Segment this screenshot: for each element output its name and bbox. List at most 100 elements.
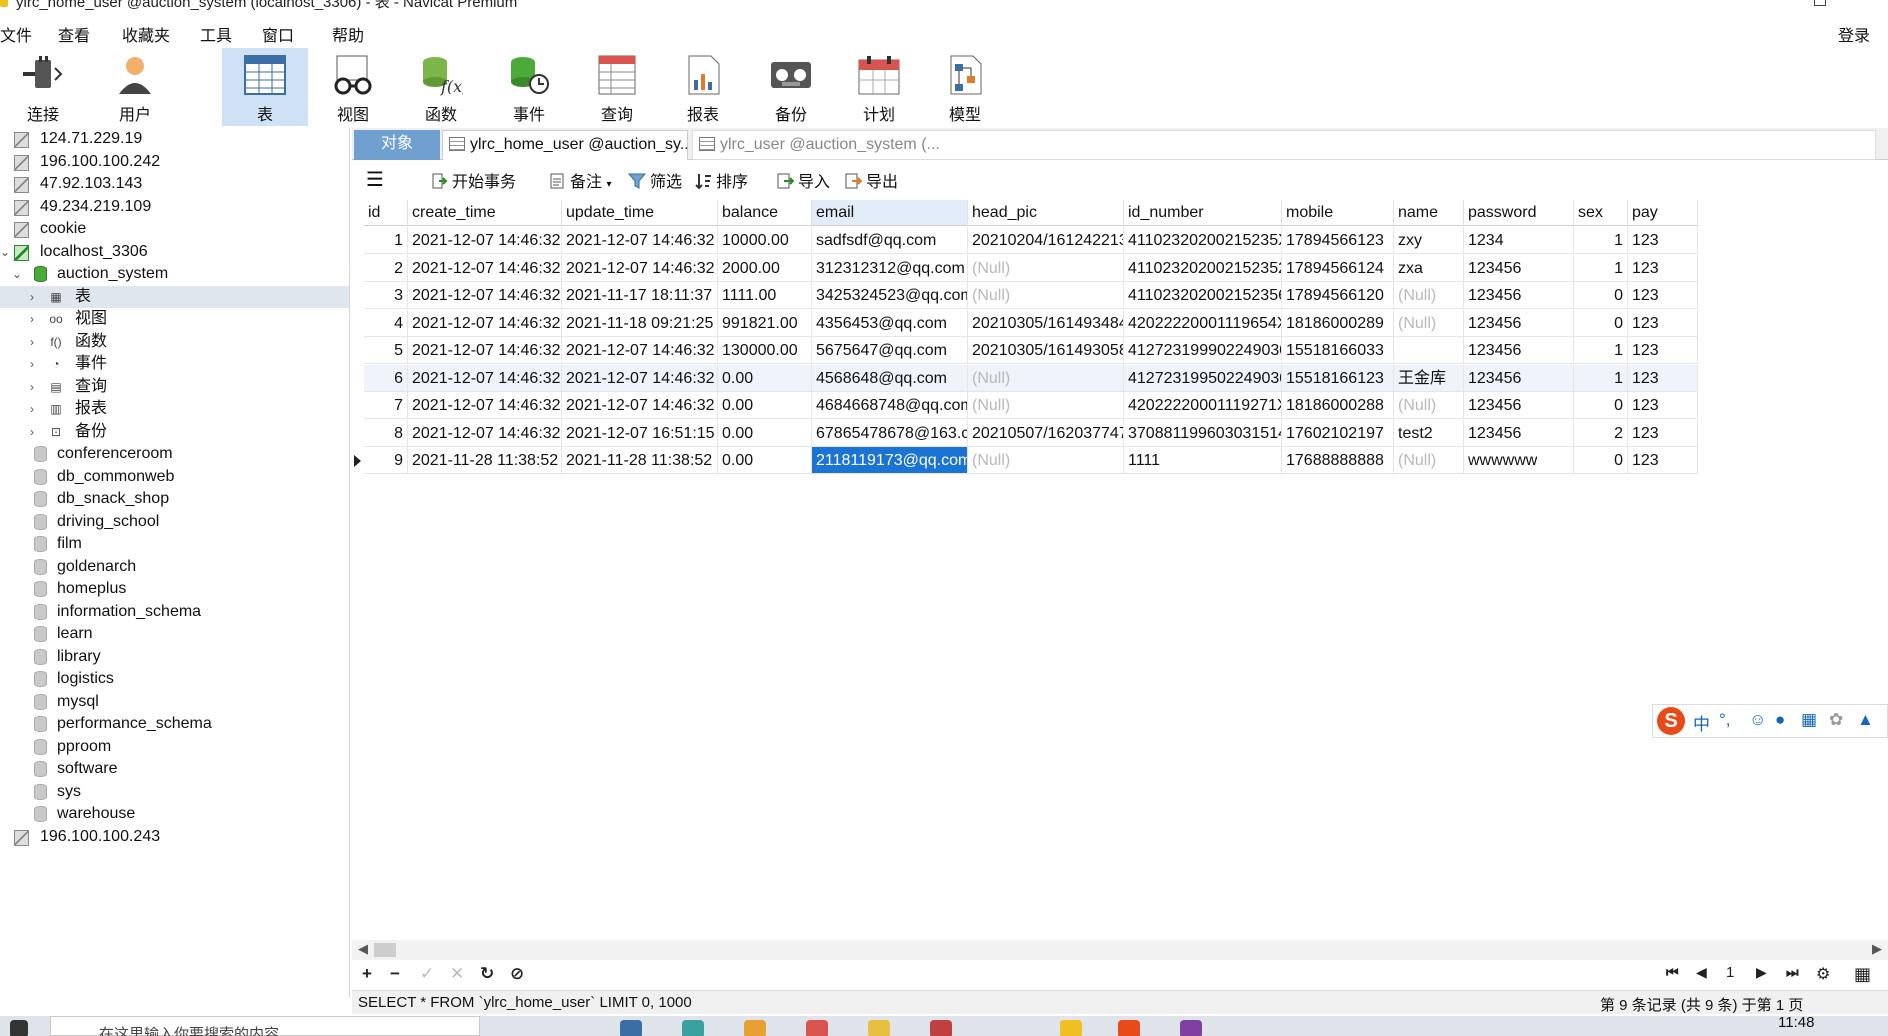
discard-changes-icon[interactable]: ✕ <box>450 964 464 984</box>
chevron-down-icon[interactable]: ⌄ <box>12 263 22 285</box>
cell-email[interactable]: 4356453@qq.com <box>812 309 968 337</box>
query-button[interactable]: 查询 <box>574 48 660 126</box>
cell-update-time[interactable]: 2021-12-07 14:46:32 <box>562 227 718 254</box>
table-row[interactable]: 6 2021-12-07 14:46:32 2021-12-07 14:46:32 0… <box>352 364 1888 392</box>
ime-toolbar[interactable]: S 中 °, ☺ ● ▦ ✿ ▲ <box>1652 704 1888 738</box>
cell-password[interactable]: wwwwww <box>1464 447 1574 474</box>
cell-head-pic[interactable]: 20210507/16203774748 <box>968 419 1124 447</box>
column-header-id-number[interactable]: id_number <box>1124 200 1282 226</box>
column-header-update-time[interactable]: update_time <box>562 200 718 226</box>
cell-id[interactable]: 4 <box>364 309 408 337</box>
table-row[interactable]: 5 2021-12-07 14:46:32 2021-12-07 14:46:32 1… <box>352 337 1888 364</box>
cell-email[interactable]: 4684668748@qq.com <box>812 392 968 419</box>
gear-icon[interactable]: ⚙ <box>1816 964 1830 984</box>
cell-mobile[interactable]: 17602102197 <box>1282 419 1394 447</box>
database-item[interactable]: film <box>0 533 349 555</box>
cell-head-pic[interactable]: (Null) <box>968 282 1124 309</box>
cell-id[interactable]: 7 <box>364 392 408 419</box>
cell-name[interactable]: zxy <box>1394 227 1464 254</box>
cell-balance[interactable]: 2000.00 <box>718 254 812 282</box>
database-item[interactable]: sys <box>0 781 349 803</box>
cell-update-time[interactable]: 2021-11-17 18:11:37 <box>562 282 718 309</box>
cell-head-pic[interactable]: (Null) <box>968 254 1124 282</box>
cell-id-number[interactable]: 412723199902249030 <box>1124 337 1282 364</box>
table-row[interactable]: 2 2021-12-07 14:46:32 2021-12-07 14:46:32 2… <box>352 254 1888 282</box>
chevron-right-icon[interactable]: › <box>30 421 34 443</box>
cell-head-pic[interactable]: (Null) <box>968 364 1124 392</box>
database-item[interactable]: warehouse <box>0 803 349 825</box>
cell-sex[interactable]: 0 <box>1574 309 1628 337</box>
begin-transaction-button[interactable]: 开始事务 <box>430 171 516 195</box>
cell-id[interactable]: 2 <box>364 254 408 282</box>
cell-name[interactable]: 王金库 <box>1394 364 1464 392</box>
cell-create-time[interactable]: 2021-12-07 14:46:32 <box>408 337 562 364</box>
cell-password[interactable]: 1234 <box>1464 227 1574 254</box>
connection-item[interactable]: 196.100.100.242 <box>0 151 349 173</box>
cell-id[interactable]: 9 <box>364 447 408 474</box>
menu-tools[interactable]: 工具 <box>200 22 232 46</box>
connection-item[interactable]: 47.92.103.143 <box>0 173 349 195</box>
chevron-right-icon[interactable]: › <box>30 308 34 330</box>
cell-name[interactable]: (Null) <box>1394 309 1464 337</box>
previous-page-icon[interactable]: ◀ <box>1696 964 1707 981</box>
cell-name[interactable]: (Null) <box>1394 282 1464 309</box>
table-row[interactable]: 4 2021-12-07 14:46:32 2021-11-18 09:21:25 9… <box>352 309 1888 337</box>
chevron-down-icon[interactable]: ⌄ <box>0 241 10 263</box>
db-object-function[interactable]: › f() 函数 <box>0 331 349 353</box>
connect-button[interactable]: 连接 <box>0 48 86 126</box>
cell-password[interactable]: 123456 <box>1464 282 1574 309</box>
db-object-report[interactable]: › ▥ 报表 <box>0 398 349 420</box>
scroll-thumb[interactable] <box>374 943 396 957</box>
cell-mobile[interactable]: 17688888888 <box>1282 447 1394 474</box>
column-header-email[interactable]: email <box>812 200 968 226</box>
database-item[interactable]: software <box>0 758 349 780</box>
database-item[interactable]: pproom <box>0 736 349 758</box>
connection-item[interactable]: 196.100.100.243 <box>0 826 349 848</box>
cell-id-number[interactable]: 370881199603031514 <box>1124 419 1282 447</box>
cell-create-time[interactable]: 2021-12-07 14:46:32 <box>408 419 562 447</box>
connection-item[interactable]: 49.234.219.109 <box>0 196 349 218</box>
settings-icon[interactable]: ✿ <box>1829 710 1843 730</box>
cell-mobile[interactable]: 15518166033 <box>1282 337 1394 364</box>
cell-id[interactable]: 3 <box>364 282 408 309</box>
column-header-sex[interactable]: sex <box>1574 200 1628 226</box>
database-item[interactable]: mysql <box>0 691 349 713</box>
column-header-create-time[interactable]: create_time <box>408 200 562 226</box>
navicat-taskbar-icon[interactable] <box>1060 1020 1082 1036</box>
database-item[interactable]: conferenceroom <box>0 443 349 465</box>
delete-record-icon[interactable]: − <box>390 964 400 984</box>
app-icon[interactable] <box>806 1020 828 1036</box>
cell-password[interactable]: 123456 <box>1464 392 1574 419</box>
cell-pay[interactable]: 123 <box>1628 254 1698 282</box>
column-header-head-pic[interactable]: head_pic <box>968 200 1124 226</box>
cell-balance[interactable]: 0.00 <box>718 419 812 447</box>
cell-name[interactable]: test2 <box>1394 419 1464 447</box>
export-button[interactable]: 导出 <box>844 171 898 195</box>
apply-changes-icon[interactable]: ✓ <box>420 964 434 984</box>
menu-file[interactable]: 文件 <box>0 22 32 46</box>
cell-sex[interactable]: 0 <box>1574 392 1628 419</box>
cell-password[interactable]: 123456 <box>1464 254 1574 282</box>
cell-head-pic[interactable]: 20210204/16124221371 <box>968 227 1124 254</box>
scroll-left-icon[interactable]: ◀ <box>358 941 368 957</box>
tab-ylrc-home-user[interactable]: ylrc_home_user @auction_sy... <box>442 130 688 160</box>
cell-id-number[interactable]: 412723199502249030 <box>1124 364 1282 392</box>
cell-create-time[interactable]: 2021-12-07 14:46:32 <box>408 254 562 282</box>
menu-favorites[interactable]: 收藏夹 <box>122 22 170 46</box>
cell-balance[interactable]: 1111.00 <box>718 282 812 309</box>
microphone-icon[interactable]: ● <box>1775 710 1785 730</box>
cell-password[interactable]: 123456 <box>1464 337 1574 364</box>
cell-id-number[interactable]: 1111 <box>1124 447 1282 474</box>
import-button[interactable]: 导入 <box>776 171 830 195</box>
database-item[interactable]: logistics <box>0 668 349 690</box>
tab-ylrc-user[interactable]: ylrc_user @auction_system (... <box>692 130 1876 160</box>
filter-button[interactable]: 筛选 <box>628 171 682 195</box>
column-header-balance[interactable]: balance <box>718 200 812 226</box>
chevron-right-icon[interactable]: › <box>30 398 34 420</box>
login-link[interactable]: 登录 <box>1838 22 1870 46</box>
menu-view[interactable]: 查看 <box>58 22 90 46</box>
app-icon[interactable] <box>868 1020 890 1036</box>
database-item[interactable]: learn <box>0 623 349 645</box>
hamburger-menu-icon[interactable]: ☰ <box>366 168 384 192</box>
cell-id-number[interactable]: 411023202002152356 <box>1124 282 1282 309</box>
